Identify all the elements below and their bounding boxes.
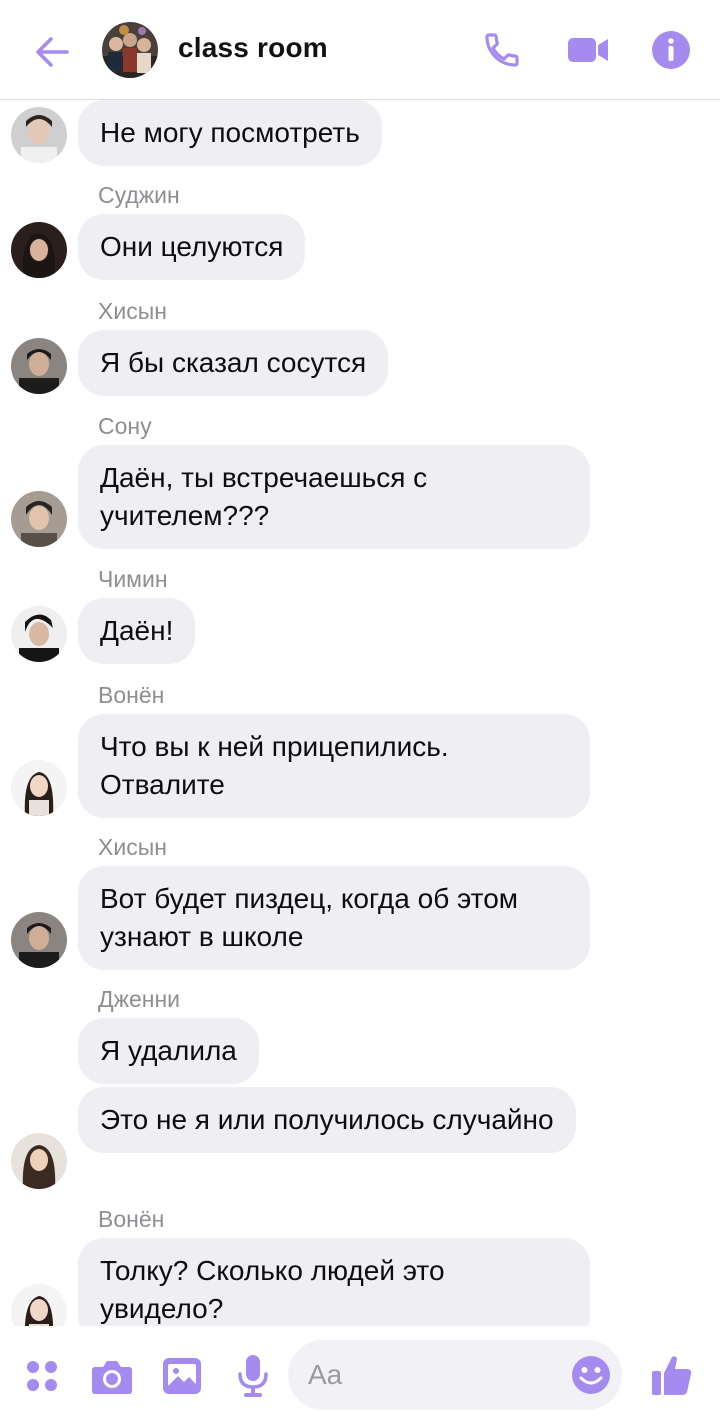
back-button[interactable] (30, 30, 74, 74)
gallery-button[interactable] (160, 1354, 204, 1398)
avatar[interactable] (11, 1133, 67, 1189)
arrow-left-icon (36, 37, 69, 67)
message-bubble[interactable]: Я удалила (78, 1018, 259, 1084)
message-bubble[interactable]: Не могу посмотреть (78, 100, 382, 166)
avatar[interactable] (11, 760, 67, 816)
sender-name: Чимин (98, 566, 168, 592)
image-icon (163, 1358, 201, 1394)
sender-name: Вонён (98, 682, 165, 708)
sender-name: Суджин (98, 182, 180, 208)
phone-icon (485, 33, 519, 67)
camera-button[interactable] (90, 1354, 134, 1398)
message-bubble[interactable]: Вот будет пиздец, когда об этом узнают в… (78, 866, 590, 970)
avatar[interactable] (11, 606, 67, 662)
avatar[interactable] (11, 338, 67, 394)
group-avatar[interactable] (102, 22, 158, 78)
sender-name: Вонён (98, 1206, 165, 1232)
info-button[interactable] (649, 28, 693, 72)
chat-header: class room (0, 0, 720, 100)
call-button[interactable] (480, 28, 524, 72)
thumbs-up-icon (652, 1356, 692, 1395)
sender-name: Хисын (98, 298, 167, 324)
avatar[interactable] (11, 107, 67, 163)
avatar[interactable] (11, 912, 67, 968)
message-list[interactable]: Не могу посмотреть Суджин Они целуются Х… (0, 100, 720, 1326)
sender-name: Сону (98, 413, 152, 439)
message-bubble[interactable]: Даён! (78, 598, 196, 664)
microphone-icon (238, 1355, 268, 1397)
info-icon (652, 31, 690, 69)
message-bubble[interactable]: Что вы к ней прицепились. Отвалите (78, 714, 590, 818)
message-bubble[interactable]: Они целуются (78, 214, 306, 280)
composer-bar (0, 1326, 720, 1424)
apps-dots-icon (27, 1361, 57, 1391)
message-bubble[interactable]: Толку? Сколько людей это увидело? (78, 1238, 590, 1326)
sender-name: Дженни (98, 986, 181, 1012)
message-bubble[interactable]: Это не я или получилось случайно (78, 1087, 576, 1153)
message-bubble[interactable]: Даён, ты встречаешься с учителем??? (78, 445, 590, 549)
emoji-button[interactable] (570, 1354, 612, 1396)
camera-icon (92, 1361, 132, 1394)
avatar[interactable] (11, 222, 67, 278)
video-camera-icon (568, 38, 608, 62)
apps-button[interactable] (22, 1356, 62, 1396)
sender-name: Хисын (98, 834, 167, 860)
avatar[interactable] (11, 1284, 67, 1326)
message-input[interactable] (308, 1340, 568, 1410)
chat-title: class room (178, 32, 328, 63)
emoji-icon (572, 1356, 610, 1394)
like-button[interactable] (648, 1350, 696, 1400)
voice-button[interactable] (231, 1352, 275, 1400)
video-call-button[interactable] (566, 28, 610, 72)
message-input-container (288, 1340, 622, 1410)
message-bubble[interactable]: Я бы сказал сосутся (78, 330, 389, 396)
avatar[interactable] (11, 491, 67, 547)
